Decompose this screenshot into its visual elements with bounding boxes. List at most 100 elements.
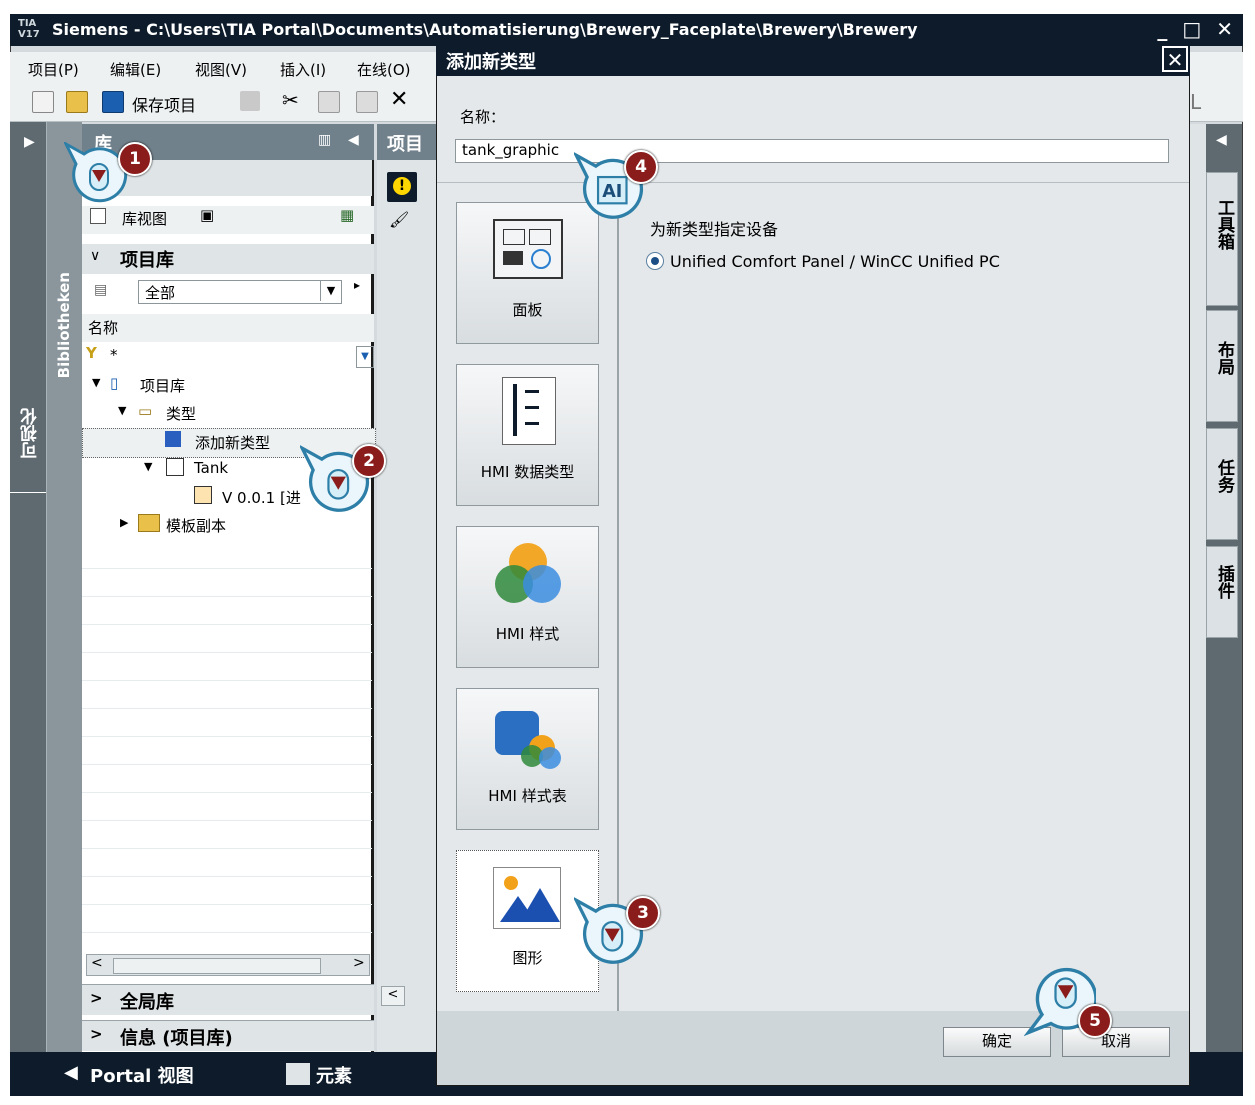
layout-label: 布局 [1214,341,1234,375]
menu-view[interactable]: 视图(V) [195,59,247,80]
collapse-arrow-icon[interactable]: ◀ [1216,132,1227,148]
dialog-title: 添加新类型 [446,52,536,73]
tab-tasks[interactable]: 任务 [1206,428,1238,540]
step-badge-4: 4 [624,150,658,184]
filter-icon[interactable]: Y [86,344,97,362]
toolbox-label: 工具箱 [1214,199,1234,250]
brush-icon[interactable]: 🖌 [389,210,409,229]
tree-tank[interactable]: Tank [194,459,228,477]
save-icon[interactable] [102,91,124,113]
tab-toolbox[interactable]: 工具箱 [1206,172,1238,306]
info-heading[interactable]: 信息 (项目库) [120,1024,233,1050]
device-label: 为新类型指定设备 [650,220,779,239]
step-badge-5: 5 [1078,1004,1112,1038]
cut-icon[interactable]: ✂ [282,88,302,112]
tile-hmi-udt-label: HMI 数据类型 [480,463,575,481]
hmi-udt-icon [502,377,556,445]
filter-select-value[interactable]: 全部 [145,282,175,303]
collapse-chevron-icon[interactable]: ∨ [90,248,100,264]
window-controls[interactable]: _ □ ✕ [1157,17,1237,41]
scroll-left-icon[interactable]: < [381,986,405,1006]
device-option-label: Unified Comfort Panel / WinCC Unified PC [670,252,1000,271]
horizontal-scrollbar[interactable]: < > [86,954,370,976]
more-arrow-icon[interactable]: ▸ [354,278,360,292]
elements-tab[interactable]: 元素 [316,1062,352,1088]
panel-layout-icon[interactable]: ▥ [318,132,331,148]
print-icon[interactable] [240,91,260,111]
portal-view-link[interactable]: Portal 视图 [90,1062,194,1088]
svg-text:AI: AI [602,182,622,202]
add-new-type-icon [165,431,181,447]
library-settings-icon[interactable]: ▣ [200,206,214,224]
window-title: Siemens - C:\Users\TIA Portal\Documents\… [52,20,918,39]
project-panel-title: 项目 [387,134,423,155]
tree-master-copies[interactable]: 模板副本 [166,515,226,536]
copy-icon[interactable] [318,91,340,113]
visualization-label: 可视化 [21,408,41,459]
tree-add-new-type[interactable]: 添加新类型 [195,432,270,453]
visualization-strip[interactable]: ▶ 可视化 [10,122,46,1052]
library-panel: 库视图 ▣ ▦ ∨ 项目库 ▤ 全部 ▼ ▸ 名称 Y * ▼ ▼ ▯ 项目库 … [82,160,376,1052]
tab-addins[interactable]: 插件 [1206,546,1238,638]
tia-logo: TIA V17 [18,18,40,40]
tile-hmi-style[interactable]: HMI 样式 [456,526,599,668]
scroll-left-icon[interactable]: < [91,955,103,971]
hmi-stylesheet-icon [493,705,563,769]
step-badge-3: 3 [626,896,660,930]
scroll-right-icon[interactable]: > [353,955,365,971]
dialog-titlebar: 添加新类型 ✕ [436,44,1190,76]
menu-edit[interactable]: 编辑(E) [110,59,161,80]
right-pane-edge [1190,124,1206,1052]
expand-arrow-icon[interactable]: ▶ [24,134,35,150]
project-panel-header: 项目 [377,124,437,160]
faceplate-type-icon [166,458,184,476]
step-badge-1: 1 [118,142,152,176]
library-add-icon[interactable]: ▦ [340,206,354,224]
library-open-icon[interactable]: ▤ [94,282,107,298]
expand-chevron-icon[interactable]: > [90,989,103,1007]
open-project-icon[interactable] [66,91,88,113]
menu-project[interactable]: 项目(P) [28,59,79,80]
filter-text[interactable]: * [110,346,118,364]
type-name-input[interactable]: tank_graphic [455,139,1169,163]
tree-types[interactable]: 类型 [166,403,196,424]
tree-expand-icon[interactable]: ▼ [118,404,126,417]
portal-view-arrow-icon[interactable]: ◀ [64,1062,78,1083]
radio-selected-icon[interactable] [646,252,664,270]
tile-hmi-stylesheet-label: HMI 样式表 [488,787,567,805]
menu-online[interactable]: 在线(O) [357,59,411,80]
menu-insert[interactable]: 插入(I) [280,59,326,80]
tree-expand-icon[interactable]: ▼ [92,376,100,389]
version-icon [194,486,212,504]
name-column-header[interactable]: 名称 [88,317,118,338]
dialog-close-button[interactable]: ✕ [1162,46,1188,72]
tree-collapsed-icon[interactable]: ▶ [120,516,128,529]
tile-hmi-udt[interactable]: HMI 数据类型 [456,364,599,506]
dropdown-arrow-icon[interactable]: ▼ [320,281,341,301]
tab-layout[interactable]: 布局 [1206,310,1238,422]
global-library-heading[interactable]: 全局库 [120,988,174,1014]
step-badge-2: 2 [352,444,386,478]
master-copies-folder-icon [138,514,160,532]
scroll-thumb[interactable] [113,958,321,974]
filter-dropdown-icon[interactable]: ▼ [356,346,374,368]
tree-project-library[interactable]: 项目库 [140,375,185,396]
save-project-label[interactable]: 保存项目 [132,92,196,116]
tree-expand-icon[interactable]: ▼ [144,460,152,473]
collapse-arrow-icon[interactable]: ◀ [348,132,359,148]
tile-hmi-style-label: HMI 样式 [495,625,560,643]
faceplate-icon [493,219,563,279]
paste-icon[interactable] [356,91,378,113]
toolbar-letter: L [1190,90,1202,114]
tree-version[interactable]: V 0.0.1 [进 [222,487,301,508]
device-option[interactable]: Unified Comfort Panel / WinCC Unified PC [646,252,1000,271]
library-book-icon: ▯ [110,374,119,392]
project-library-heading: 项目库 [120,250,174,271]
warning-icon[interactable]: ! [393,177,411,195]
tile-hmi-stylesheet[interactable]: HMI 样式表 [456,688,599,830]
new-project-icon[interactable] [32,91,54,113]
libraries-strip[interactable]: Bibliotheken [46,122,82,1052]
library-view-tab[interactable]: 库视图 [122,208,167,229]
delete-icon[interactable]: ✕ [390,87,410,112]
expand-chevron-icon[interactable]: > [90,1025,103,1043]
